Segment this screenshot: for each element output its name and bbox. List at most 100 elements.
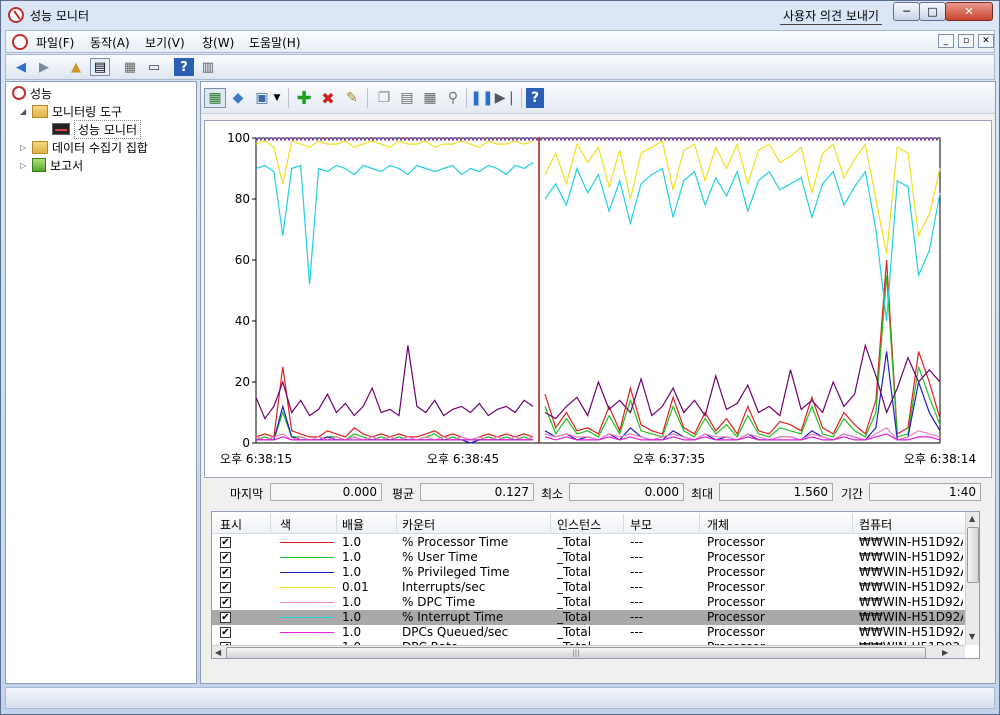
child-minimize-button[interactable]: _ <box>938 34 954 48</box>
header-instance[interactable]: 인스턴스 <box>557 516 601 533</box>
column-divider[interactable] <box>550 514 551 532</box>
highlight-icon[interactable]: ✎ <box>341 88 363 108</box>
column-divider[interactable] <box>852 514 853 532</box>
average-label: 평균 <box>392 487 415 501</box>
header-color[interactable]: 색 <box>280 516 291 533</box>
header-computer[interactable]: 컴퓨터 <box>859 516 892 533</box>
instance-cell: _Total <box>557 625 592 639</box>
copy-properties-icon[interactable]: ❐ <box>373 88 395 108</box>
performance-monitor-pane: ▦ ◆ ▣ ▼ ✚ ✖ ✎ ❐ ▤ ▦ ⚲ ❚❚ ▶❘ ? 100 80 60 40 2… <box>200 81 996 684</box>
counter-row[interactable]: ✔ 1.0 % User Time _Total --- Processor ₩₩WIN-H… <box>212 550 965 565</box>
delete-counter-icon[interactable]: ✖ <box>317 88 339 108</box>
up-folder-icon[interactable]: ▲ <box>66 58 86 76</box>
close-button[interactable]: ✕ <box>945 2 993 21</box>
menu-action[interactable]: 동작(A) <box>90 34 130 51</box>
counter-cell: % Interrupt Time <box>402 610 504 624</box>
instance-cell: _Total <box>557 610 592 624</box>
child-close-button[interactable]: ✕ <box>978 34 994 48</box>
scroll-down-arrow-icon[interactable]: ▼ <box>969 632 975 641</box>
show-checkbox[interactable]: ✔ <box>220 612 231 623</box>
column-divider[interactable] <box>336 514 337 532</box>
header-show[interactable]: 표시 <box>220 516 242 533</box>
scale-cell: 1.0 <box>342 610 362 624</box>
tree-label-reports: 보고서 <box>50 158 84 173</box>
perfmon-app-icon <box>8 7 24 23</box>
menu-window[interactable]: 창(W) <box>202 34 234 51</box>
properties-icon[interactable]: ▦ <box>419 88 441 108</box>
view-log-data-icon[interactable]: ◆ <box>227 88 249 108</box>
print-icon[interactable]: ▭ <box>144 58 164 76</box>
scroll-right-arrow-icon[interactable]: ▶ <box>942 648 948 657</box>
help-icon[interactable]: ? <box>174 58 194 76</box>
vertical-scroll-thumb[interactable] <box>967 527 979 583</box>
send-feedback-link[interactable]: 사용자 의견 보내기 <box>780 7 882 25</box>
show-checkbox[interactable]: ✔ <box>220 567 231 578</box>
menu-help[interactable]: 도움말(H) <box>249 34 301 51</box>
column-divider[interactable] <box>623 514 624 532</box>
scroll-left-arrow-icon[interactable]: ◀ <box>215 648 221 657</box>
color-swatch <box>280 557 334 558</box>
horizontal-scroll-thumb[interactable]: ||| <box>226 647 926 658</box>
tree-item-reports[interactable]: ▷ 보고서 <box>20 156 83 174</box>
minimize-button[interactable]: ─ <box>893 2 920 21</box>
change-graph-type-icon[interactable]: ▣ <box>251 88 273 108</box>
color-swatch <box>280 617 334 618</box>
show-checkbox[interactable]: ✔ <box>220 552 231 563</box>
vertical-scrollbar[interactable]: ▲ ▼ <box>965 512 979 645</box>
column-divider[interactable] <box>699 514 700 532</box>
counter-row[interactable]: ✔ 1.0 % Processor Time _Total --- Processor ₩₩… <box>212 535 965 550</box>
line-graph[interactable]: 100 80 60 40 20 0 오후 6:38:15 오후 6:38:45 오후 6:37:… <box>204 120 992 478</box>
show-checkbox[interactable]: ✔ <box>220 627 231 638</box>
update-data-icon[interactable]: ▶❘ <box>495 88 518 108</box>
show-checkbox[interactable]: ✔ <box>220 597 231 608</box>
graph-type-dropdown-arrow-icon[interactable]: ▼ <box>271 88 283 108</box>
menu-view[interactable]: 보기(V) <box>145 34 185 51</box>
expand-triangle-icon[interactable]: ▷ <box>20 161 28 170</box>
header-counter[interactable]: 카운터 <box>402 516 435 533</box>
x-time-label: 오후 6:38:45 <box>427 452 499 466</box>
minimum-label: 최소 <box>541 487 564 501</box>
back-arrow-icon[interactable]: ◀ <box>11 58 31 76</box>
maximize-button[interactable]: □ <box>919 2 946 21</box>
zoom-icon[interactable]: ⚲ <box>442 88 464 108</box>
show-checkbox[interactable]: ✔ <box>220 582 231 593</box>
tree-item-performance-monitor[interactable]: 성능 모니터 <box>52 119 142 139</box>
tree-item-data-collector-sets[interactable]: ▷ 데이터 수집기 집합 <box>20 138 148 156</box>
menu-file[interactable]: 파일(F) <box>36 34 74 51</box>
view-current-activity-icon[interactable]: ▦ <box>204 88 226 108</box>
tree-item-monitoring-tools[interactable]: ◢ 모니터링 도구 <box>20 102 122 120</box>
title-bar[interactable]: 성능 모니터 사용자 의견 보내기 ─ □ ✕ <box>1 1 999 29</box>
show-action-pane-icon[interactable]: ▥ <box>198 58 218 76</box>
counter-row[interactable]: ✔ 1.0 % Interrupt Time _Total --- Processor ₩₩… <box>212 610 965 625</box>
properties-icon[interactable]: ▦ <box>120 58 140 76</box>
scroll-up-arrow-icon[interactable]: ▲ <box>969 514 975 523</box>
header-object[interactable]: 개체 <box>707 516 729 533</box>
header-parent[interactable]: 부모 <box>630 516 652 533</box>
parent-cell: --- <box>630 535 643 549</box>
x-time-label: 오후 6:37:35 <box>633 452 705 466</box>
toolbar-separator <box>521 88 522 108</box>
color-swatch <box>280 587 334 588</box>
show-hide-console-tree-icon[interactable]: ▤ <box>90 58 110 76</box>
expand-triangle-icon[interactable]: ▷ <box>20 143 28 152</box>
child-restore-button[interactable]: ▫ <box>958 34 974 48</box>
help-icon[interactable]: ? <box>526 88 544 108</box>
counter-row[interactable]: ✔ 1.0 % Privileged Time _Total --- Processor ₩… <box>212 565 965 580</box>
header-scale[interactable]: 배율 <box>342 516 364 533</box>
mmc-system-menu-icon[interactable] <box>12 34 28 50</box>
collapse-triangle-icon[interactable]: ◢ <box>20 107 28 116</box>
freeze-display-icon[interactable]: ❚❚ <box>470 88 493 108</box>
show-checkbox[interactable]: ✔ <box>220 537 231 548</box>
counter-row[interactable]: ✔ 1.0 DPCs Queued/sec _Total --- Processor ₩₩W… <box>212 625 965 640</box>
counter-row[interactable]: ✔ 1.0 % DPC Time _Total --- Processor ₩₩WIN-H5… <box>212 595 965 610</box>
horizontal-scrollbar[interactable]: ◀ ||| ▶ <box>212 645 965 658</box>
computer-cell: ₩₩WIN-H51D92A. <box>859 580 963 594</box>
tree-item-performance[interactable]: 성능 <box>12 84 52 102</box>
computer-cell: ₩₩WIN-H51D92A. <box>859 535 963 549</box>
counter-row[interactable]: ✔ 0.01 Interrupts/sec _Total --- Processor ₩₩W… <box>212 580 965 595</box>
column-divider[interactable] <box>396 514 397 532</box>
forward-arrow-icon[interactable]: ▶ <box>34 58 54 76</box>
add-counter-icon[interactable]: ✚ <box>293 88 315 109</box>
column-divider[interactable] <box>270 514 271 532</box>
paste-counter-list-icon[interactable]: ▤ <box>396 88 418 108</box>
